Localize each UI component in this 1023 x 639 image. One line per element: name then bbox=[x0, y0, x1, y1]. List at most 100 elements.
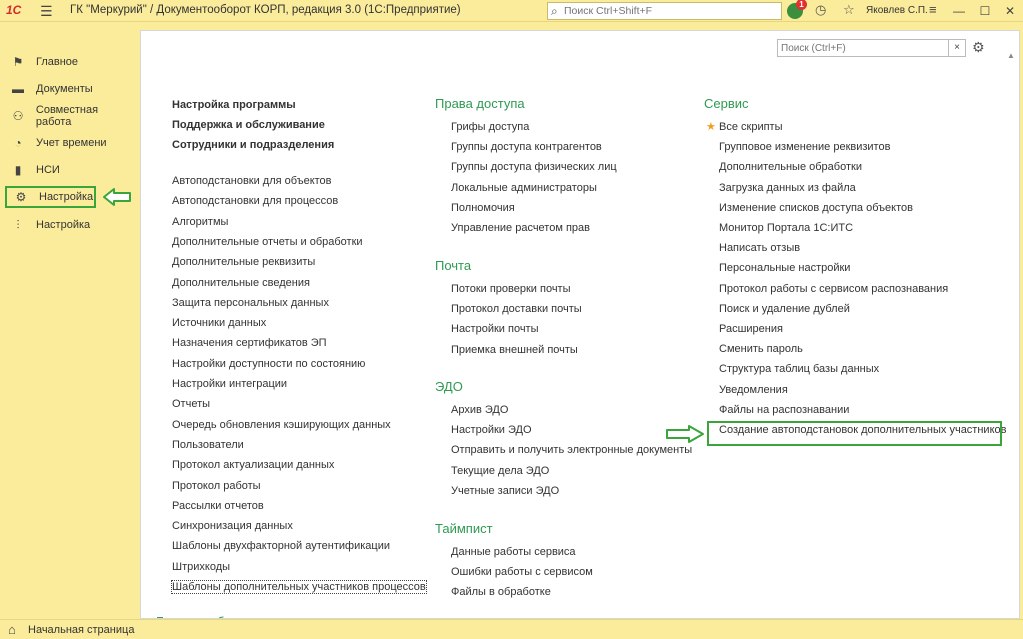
settings-link[interactable]: Настройки интеграции bbox=[172, 378, 287, 390]
settings-link[interactable]: Синхронизация данных bbox=[172, 520, 293, 532]
settings-link[interactable]: Шаблоны двухфакторной аутентификации bbox=[172, 540, 390, 552]
section-title: Права доступа bbox=[435, 96, 525, 111]
settings-group-link[interactable]: Сотрудники и подразделения bbox=[172, 139, 334, 151]
settings-link[interactable]: Дополнительные сведения bbox=[172, 277, 310, 289]
sidebar-item-label: Документы bbox=[36, 83, 93, 95]
settings-group-link[interactable]: Настройка программы bbox=[172, 99, 296, 111]
window-title: ГК "Меркурий" / Документооборот КОРП, ре… bbox=[70, 4, 461, 16]
settings-link[interactable]: Защита персональных данных bbox=[172, 297, 329, 309]
settings-link[interactable]: Управление расчетом прав bbox=[451, 222, 590, 234]
settings-link[interactable]: Штрихкоды bbox=[172, 561, 230, 573]
settings-link[interactable]: Дополнительные реквизиты bbox=[172, 256, 315, 268]
service-link[interactable]: Поиск и удаление дублей bbox=[719, 303, 850, 315]
settings-group-link[interactable]: Поддержка и обслуживание bbox=[172, 119, 325, 131]
settings-link[interactable]: Настройки ЭДО bbox=[451, 424, 532, 436]
flag-icon: ⚑ bbox=[12, 55, 24, 69]
sidebar: ⚑ Главное ▬ Документы ⚇ Совместная работ… bbox=[0, 44, 140, 619]
panel-search[interactable] bbox=[777, 39, 949, 57]
settings-link[interactable]: Группы доступа физических лиц bbox=[451, 161, 617, 173]
settings-link[interactable]: Автоподстановки для процессов bbox=[172, 195, 338, 207]
service-link[interactable]: Уведомления bbox=[719, 384, 788, 396]
service-link[interactable]: Структура таблиц базы данных bbox=[719, 363, 879, 375]
sidebar-item-settings[interactable]: ⚙ Настройка bbox=[5, 186, 96, 208]
panel-search-input[interactable] bbox=[781, 41, 941, 55]
settings-gear-icon[interactable]: ⚙ bbox=[972, 39, 985, 56]
settings-link[interactable]: Ошибки работы с сервисом bbox=[451, 566, 593, 578]
service-link[interactable]: Дополнительные обработки bbox=[719, 161, 862, 173]
sidebar-item-collaboration[interactable]: ⚇ Совместная работа bbox=[4, 104, 136, 128]
sidebar-item-nsi[interactable]: ▮ НСИ bbox=[4, 159, 136, 181]
service-link[interactable]: Персональные настройки bbox=[719, 262, 850, 274]
settings-link[interactable]: Шаблоны дополнительных участников процес… bbox=[171, 580, 427, 594]
clear-search-button[interactable]: × bbox=[948, 39, 966, 57]
settings-link[interactable]: Пользователи bbox=[172, 439, 244, 451]
user-menu-icon[interactable]: ≡ bbox=[929, 2, 937, 17]
home-page-link[interactable]: Начальная страница bbox=[28, 624, 134, 636]
settings-link[interactable]: Отправить и получить электронные докумен… bbox=[451, 444, 692, 456]
minimize-button[interactable]: — bbox=[946, 1, 972, 21]
section-title: ЭДО bbox=[435, 379, 463, 394]
service-link[interactable]: Групповое изменение реквизитов bbox=[719, 141, 890, 153]
service-link[interactable]: Сменить пароль bbox=[719, 343, 803, 355]
settings-link[interactable]: Рассылки отчетов bbox=[172, 500, 264, 512]
maximize-button[interactable]: ☐ bbox=[972, 1, 998, 21]
service-link[interactable]: Файлы на распознавании bbox=[719, 404, 849, 416]
settings-link[interactable]: Отчеты bbox=[172, 398, 210, 410]
home-icon[interactable]: ⌂ bbox=[8, 622, 16, 637]
gear-icon: ⚙ bbox=[15, 190, 27, 204]
global-search-input[interactable] bbox=[564, 4, 779, 18]
section-title: Почта bbox=[435, 258, 472, 273]
sidebar-item-label: НСИ bbox=[36, 164, 60, 176]
settings-link[interactable]: Данные работы сервиса bbox=[451, 546, 576, 558]
service-link[interactable]: Расширения bbox=[719, 323, 783, 335]
sidebar-item-documents[interactable]: ▬ Документы bbox=[4, 78, 136, 100]
settings-link[interactable]: Настройки почты bbox=[451, 323, 539, 335]
hamburger-menu-icon[interactable]: ☰ bbox=[40, 3, 53, 20]
settings-link[interactable]: Назначения сертификатов ЭП bbox=[172, 337, 327, 349]
notifications-icon[interactable]: 1 bbox=[787, 0, 807, 19]
app-logo: 1С bbox=[6, 3, 22, 17]
favorites-icon[interactable]: ☆ bbox=[843, 2, 855, 18]
settings-link[interactable]: Полномочия bbox=[451, 202, 515, 214]
highlight-frame bbox=[707, 421, 1002, 446]
service-link[interactable]: Все скрипты bbox=[719, 121, 783, 133]
settings-link[interactable]: Грифы доступа bbox=[451, 121, 529, 133]
close-button[interactable]: ✕ bbox=[997, 1, 1023, 21]
settings-link[interactable]: Группы доступа контрагентов bbox=[451, 141, 602, 153]
settings-link[interactable]: Учетные записи ЭДО bbox=[451, 485, 559, 497]
scroll-up-icon[interactable]: ▲ bbox=[1007, 51, 1015, 60]
section-title: Таймпист bbox=[435, 521, 493, 536]
settings-link[interactable]: Протокол работы bbox=[172, 480, 261, 492]
bottom-bar: ⌂ Начальная страница bbox=[0, 619, 1023, 639]
settings-link[interactable]: Настройки доступности по состоянию bbox=[172, 358, 365, 370]
settings-link[interactable]: Протокол актуализации данных bbox=[172, 459, 334, 471]
settings-link[interactable]: Очередь обновления кэширующих данных bbox=[172, 419, 391, 431]
service-link[interactable]: Протокол работы с сервисом распознавания bbox=[719, 283, 948, 295]
service-link[interactable]: Монитор Портала 1С:ИТС bbox=[719, 222, 853, 234]
global-search[interactable]: ⌕ bbox=[547, 2, 782, 20]
sidebar-item-main[interactable]: ⚑ Главное bbox=[4, 51, 136, 73]
user-name[interactable]: Яковлев С.П. bbox=[866, 5, 928, 16]
settings-link[interactable]: Локальные администраторы bbox=[451, 182, 597, 194]
sidebar-item-label: Учет времени bbox=[36, 137, 107, 149]
sidebar-item-settings-2[interactable]: ⫶ Настройка bbox=[4, 214, 136, 236]
settings-link[interactable]: Текущие дела ЭДО bbox=[451, 465, 549, 477]
sidebar-item-time-tracking[interactable]: ◔ Учет времени bbox=[4, 132, 136, 154]
settings-link[interactable]: Источники данных bbox=[172, 317, 266, 329]
settings-link[interactable]: Автоподстановки для объектов bbox=[172, 175, 332, 187]
service-link[interactable]: Загрузка данных из файла bbox=[719, 182, 856, 194]
settings-link[interactable]: Алгоритмы bbox=[172, 216, 228, 228]
pointer-arrow-icon bbox=[666, 425, 704, 443]
service-link[interactable]: Написать отзыв bbox=[719, 242, 800, 254]
people-icon: ⚇ bbox=[12, 109, 24, 123]
settings-link[interactable]: Протокол доставки почты bbox=[451, 303, 582, 315]
settings-link[interactable]: Потоки проверки почты bbox=[451, 283, 571, 295]
settings-link[interactable]: Приемка внешней почты bbox=[451, 344, 578, 356]
search-icon: ⌕ bbox=[551, 4, 558, 18]
settings-link[interactable]: Файлы в обработке bbox=[451, 586, 551, 598]
pointer-arrow-icon bbox=[103, 188, 131, 206]
service-link[interactable]: Изменение списков доступа объектов bbox=[719, 202, 913, 214]
settings-link[interactable]: Дополнительные отчеты и обработки bbox=[172, 236, 363, 248]
history-icon[interactable]: ◷ bbox=[815, 2, 826, 18]
settings-link[interactable]: Архив ЭДО bbox=[451, 404, 508, 416]
